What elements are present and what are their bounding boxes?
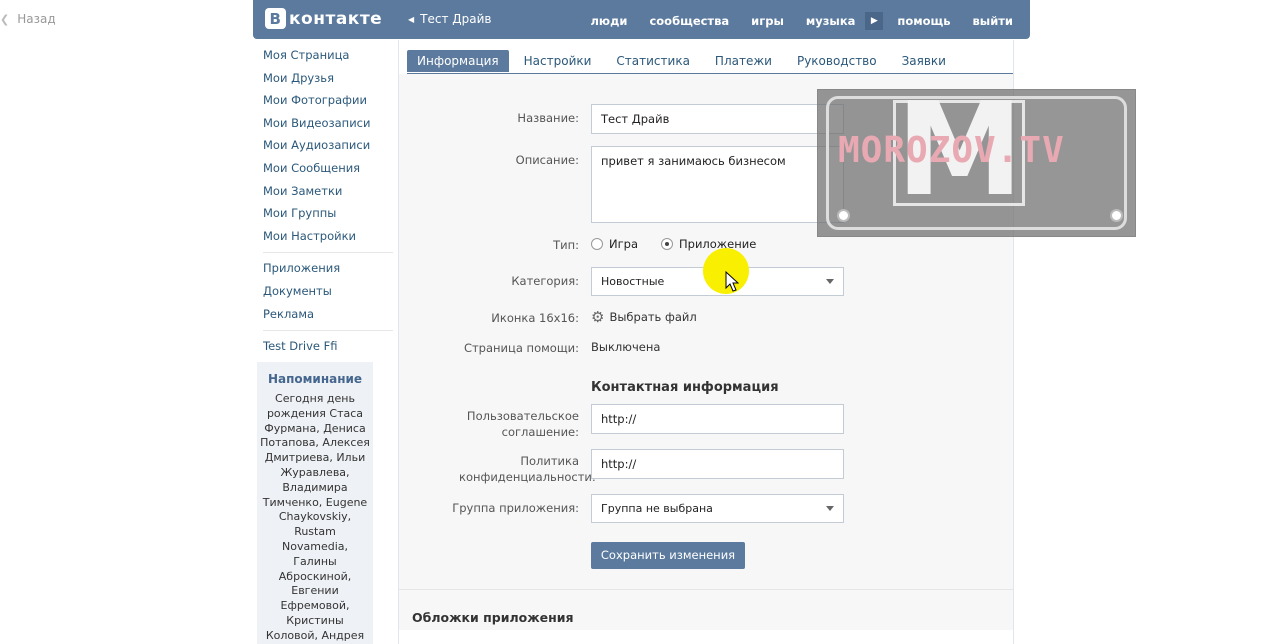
sidebar-item-audio[interactable]: Мои Аудиозаписи [263,136,393,159]
vk-logo-text: контакте [289,8,383,29]
gear-icon: ⚙ [591,308,605,326]
category-value: Новостные [601,275,665,288]
reminder-box: Напоминание Сегодня день рождения Стаса … [257,362,373,644]
play-icon[interactable]: ▶ [865,12,884,30]
mouse-pointer-icon [725,271,739,292]
tab-guide[interactable]: Руководство [787,50,887,72]
tab-info[interactable]: Информация [407,50,509,72]
app-group-value: Группа не выбрана [601,502,713,515]
help-page-label: Страница помощи: [463,341,579,355]
category-label: Категория: [511,274,579,288]
help-page-value: Выключена [591,340,661,354]
tab-settings[interactable]: Настройки [514,50,602,72]
sidebar-divider [263,252,393,254]
watermark-dot [837,209,850,222]
sidebar-item-apps[interactable]: Приложения [263,259,393,282]
tab-bar: Информация Настройки Статистика Платежи … [407,50,961,72]
privacy-input[interactable]: http:// [591,449,844,479]
section-divider [399,589,1013,590]
sidebar-item-notes[interactable]: Мои Заметки [263,182,393,205]
radio-off-icon [591,238,603,250]
save-button[interactable]: Сохранить изменения [591,542,745,569]
description-label: Описание: [515,153,579,167]
type-game-label: Игра [609,237,638,251]
app-group-select[interactable]: Группа не выбрана [591,494,844,523]
tab-underline [407,73,1013,74]
choose-file-label: Выбрать файл [609,310,697,324]
chevron-left-icon: ❮ [0,12,10,26]
description-textarea[interactable]: привет я занимаюсь бизнесом [591,146,844,223]
sidebar-item-my-page[interactable]: Моя Страница [263,46,393,69]
sidebar-item-messages[interactable]: Мои Сообщения [263,159,393,182]
radio-on-icon [661,238,673,250]
sidebar-item-photos[interactable]: Мои Фотографии [263,91,393,114]
sidebar-item-videos[interactable]: Мои Видеозаписи [263,114,393,137]
top-nav: люди сообщества игры музыка ▶ помощь вый… [591,12,1013,30]
triangle-left-icon: ◀ [408,14,415,24]
watermark-dot [1110,209,1123,222]
agreement-input[interactable]: http:// [591,404,844,434]
name-label: Название: [517,111,579,125]
app-group-label: Группа приложения: [452,501,579,515]
privacy-label: Политика конфиденциальности: [459,454,596,484]
nav-music[interactable]: музыка [806,14,856,28]
watermark-text: MOROZOV.TV [838,130,1065,171]
sidebar-item-groups[interactable]: Мои Группы [263,204,393,227]
breadcrumb[interactable]: ◀ Тест Драйв [408,12,492,26]
nav-people[interactable]: люди [591,14,628,28]
vk-logo[interactable]: В контакте [265,8,382,29]
left-sidebar: Моя Страница Мои Друзья Мои Фотографии М… [263,46,393,360]
name-input[interactable]: Тест Драйв [591,104,844,134]
tab-requests[interactable]: Заявки [892,50,956,72]
sidebar-item-friends[interactable]: Мои Друзья [263,69,393,92]
vk-logo-icon: В [265,8,286,29]
nav-games[interactable]: игры [751,14,784,28]
top-header: В контакте ◀ Тест Драйв люди сообщества … [253,0,1030,39]
sidebar-item-ads[interactable]: Реклама [263,305,393,328]
tab-statistics[interactable]: Статистика [606,50,700,72]
chevron-down-icon [826,279,834,284]
contact-section-title: Контактная информация [591,380,779,395]
sidebar-item-settings[interactable]: Мои Настройки [263,227,393,250]
channel-watermark: M MOROZOV.TV [817,81,1136,237]
sidebar-divider [263,330,393,332]
reminder-text: Сегодня день рождения Стаса Фурмана, Ден… [260,392,370,642]
type-label: Тип: [553,238,579,252]
agreement-label: Пользовательское соглашение: [466,409,579,439]
reminder-title: Напоминание [267,372,363,386]
icon-label: Иконка 16x16: [491,311,579,325]
breadcrumb-label: Тест Драйв [420,12,492,26]
sidebar-item-documents[interactable]: Документы [263,282,393,305]
type-game-radio[interactable]: Игра [591,237,638,251]
tab-payments[interactable]: Платежи [705,50,782,72]
nav-help[interactable]: помощь [897,14,950,28]
type-app-radio[interactable]: Приложение [661,237,756,251]
sidebar-item-app-test-drive[interactable]: Test Drive Ffi [263,337,393,360]
choose-file-button[interactable]: ⚙ Выбрать файл [591,308,697,326]
back-link[interactable]: ❮ Назад [0,12,56,26]
nav-logout[interactable]: выйти [973,14,1013,28]
nav-communities[interactable]: сообщества [649,14,729,28]
back-label: Назад [17,12,56,26]
covers-title: Обложки приложения [412,610,574,625]
chevron-down-icon [826,506,834,511]
